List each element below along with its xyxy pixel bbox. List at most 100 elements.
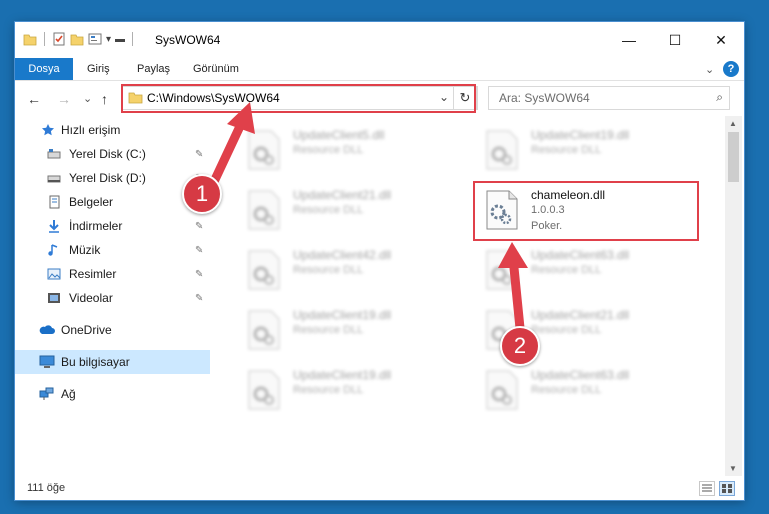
folder-icon[interactable] bbox=[23, 32, 37, 46]
sidebar-item-label: Videolar bbox=[69, 291, 113, 305]
file-name: UpdateClient5.dll bbox=[293, 128, 385, 142]
sidebar-item-videos[interactable]: Videolar ✎ bbox=[15, 286, 210, 310]
tab-home[interactable]: Giriş bbox=[87, 58, 110, 80]
sidebar-item-label: Yerel Disk (D:) bbox=[69, 171, 146, 185]
sidebar-item-label: İndirmeler bbox=[69, 219, 123, 233]
qat-dropdown-icon[interactable]: ▾ bbox=[106, 34, 111, 45]
minimize-button[interactable]: — bbox=[606, 22, 652, 58]
file-name: UpdateClient21.dll bbox=[531, 308, 630, 322]
search-input[interactable] bbox=[497, 90, 701, 106]
sidebar-item-pictures[interactable]: Resimler ✎ bbox=[15, 262, 210, 286]
sidebar-item-label: Hızlı erişim bbox=[61, 123, 121, 137]
file-name: UpdateClient21.dll bbox=[293, 188, 392, 202]
quick-access-toolbar: ▾ ▬ bbox=[23, 32, 136, 46]
file-list: UpdateClient5.dll Resource DLL UpdateCli… bbox=[225, 116, 725, 476]
search-icon[interactable]: ⌕ bbox=[716, 90, 723, 105]
file-item[interactable]: UpdateClient19.dll Resource DLL bbox=[235, 304, 455, 360]
file-item[interactable]: UpdateClient19.dll Resource DLL bbox=[473, 124, 693, 180]
sidebar-item-label: Resimler bbox=[69, 267, 117, 281]
network-icon bbox=[39, 387, 54, 401]
file-name: UpdateClient63.dll bbox=[531, 248, 630, 262]
music-icon bbox=[47, 243, 61, 257]
sidebar-item-disk-c[interactable]: Yerel Disk (C:) ✎ bbox=[15, 142, 210, 166]
tab-file[interactable]: Dosya bbox=[15, 58, 73, 80]
file-description: Resource DLL bbox=[293, 384, 364, 396]
sidebar-item-this-pc[interactable]: Bu bilgisayar bbox=[15, 350, 210, 374]
file-item[interactable]: UpdateClient19.dll Resource DLL bbox=[235, 364, 455, 420]
sidebar-item-label: OneDrive bbox=[61, 323, 112, 337]
vertical-scrollbar[interactable]: ▲ ▼ bbox=[725, 116, 742, 476]
forward-button[interactable]: → bbox=[57, 91, 71, 107]
dll-file-icon bbox=[247, 310, 281, 350]
file-item[interactable]: UpdateClient63.dll Resource DLL bbox=[473, 244, 693, 300]
file-description: Resource DLL bbox=[293, 264, 364, 276]
star-icon bbox=[41, 123, 55, 137]
details-view-icon[interactable] bbox=[699, 481, 715, 496]
toolbar-divider bbox=[132, 32, 134, 46]
tab-share[interactable]: Paylaş bbox=[137, 58, 170, 80]
drive-icon bbox=[47, 147, 61, 161]
file-name: UpdateClient63.dll bbox=[531, 368, 630, 382]
file-description: Resource DLL bbox=[293, 144, 364, 156]
step-1-badge: 1 bbox=[182, 174, 222, 214]
sidebar-item-disk-d[interactable]: Yerel Disk (D:) ✎ bbox=[15, 166, 210, 190]
video-icon bbox=[47, 291, 61, 305]
sidebar-item-label: Ağ bbox=[61, 387, 76, 401]
toolbar-divider bbox=[44, 32, 45, 46]
recent-locations-button[interactable]: ⌄ bbox=[83, 92, 92, 105]
scrollbar-thumb[interactable] bbox=[728, 132, 739, 182]
up-button[interactable]: ↑ bbox=[101, 91, 108, 107]
pin-icon[interactable]: ✎ bbox=[195, 245, 203, 256]
sidebar-item-network[interactable]: Ağ bbox=[15, 382, 210, 406]
properties-icon[interactable] bbox=[52, 32, 66, 46]
file-description: Resource DLL bbox=[531, 264, 602, 276]
pin-icon[interactable]: ✎ bbox=[195, 221, 203, 232]
sidebar-item-downloads[interactable]: İndirmeler ✎ bbox=[15, 214, 210, 238]
file-name: UpdateClient19.dll bbox=[531, 128, 630, 142]
qat-customize-icon[interactable]: ▬ bbox=[115, 34, 125, 45]
file-description: Resource DLL bbox=[531, 324, 602, 336]
sidebar-item-music[interactable]: Müzik ✎ bbox=[15, 238, 210, 262]
window-title: SysWOW64 bbox=[155, 33, 221, 47]
rename-icon[interactable] bbox=[88, 32, 102, 46]
large-icons-view-icon[interactable] bbox=[719, 481, 735, 496]
drive-icon bbox=[47, 171, 61, 185]
sidebar-item-label: Belgeler bbox=[69, 195, 114, 209]
back-button[interactable]: ← bbox=[27, 91, 41, 107]
file-name: UpdateClient42.dll bbox=[293, 248, 392, 262]
file-description: Resource DLL bbox=[531, 384, 602, 396]
file-name: UpdateClient19.dll bbox=[293, 368, 392, 382]
sidebar-item-documents[interactable]: Belgeler ✎ bbox=[15, 190, 210, 214]
pin-icon[interactable]: ✎ bbox=[195, 269, 203, 280]
pin-icon[interactable]: ✎ bbox=[195, 149, 203, 160]
tab-view[interactable]: Görünüm bbox=[193, 58, 239, 80]
download-icon bbox=[47, 219, 61, 233]
file-item[interactable]: UpdateClient21.dll Resource DLL bbox=[235, 184, 455, 240]
close-button[interactable]: ✕ bbox=[698, 22, 744, 58]
pin-icon[interactable]: ✎ bbox=[195, 293, 203, 304]
sidebar-item-onedrive[interactable]: OneDrive bbox=[15, 318, 210, 342]
status-bar: 111 öğe bbox=[15, 476, 744, 500]
navigation-pane: Hızlı erişim Yerel Disk (C:) ✎ Yerel Dis… bbox=[15, 116, 210, 476]
scroll-up-icon[interactable]: ▲ bbox=[729, 119, 737, 128]
ribbon-collapse-icon[interactable]: ⌄ bbox=[705, 58, 714, 80]
sidebar-item-label: Bu bilgisayar bbox=[61, 355, 130, 369]
documents-icon bbox=[47, 195, 61, 209]
dll-file-icon bbox=[247, 190, 281, 230]
file-highlight bbox=[473, 181, 699, 241]
new-folder-icon[interactable] bbox=[70, 32, 84, 46]
sidebar-item-quick-access[interactable]: Hızlı erişim bbox=[15, 118, 210, 142]
file-item[interactable]: UpdateClient63.dll Resource DLL bbox=[473, 364, 693, 420]
file-item[interactable]: UpdateClient5.dll Resource DLL bbox=[235, 124, 455, 180]
dll-file-icon bbox=[247, 370, 281, 410]
pictures-icon bbox=[47, 267, 61, 281]
scroll-down-icon[interactable]: ▼ bbox=[729, 464, 737, 473]
help-icon[interactable]: ? bbox=[723, 61, 739, 77]
maximize-button[interactable]: ☐ bbox=[652, 22, 698, 58]
dll-file-icon bbox=[485, 370, 519, 410]
sidebar-item-label: Müzik bbox=[69, 243, 101, 257]
search-box[interactable]: ⌕ bbox=[488, 86, 730, 110]
file-item[interactable]: UpdateClient42.dll Resource DLL bbox=[235, 244, 455, 300]
ribbon-tabs: Dosya Giriş Paylaş Görünüm ⌄ ? bbox=[15, 58, 744, 81]
title-bar: ▾ ▬ SysWOW64 — ☐ ✕ bbox=[15, 22, 744, 58]
